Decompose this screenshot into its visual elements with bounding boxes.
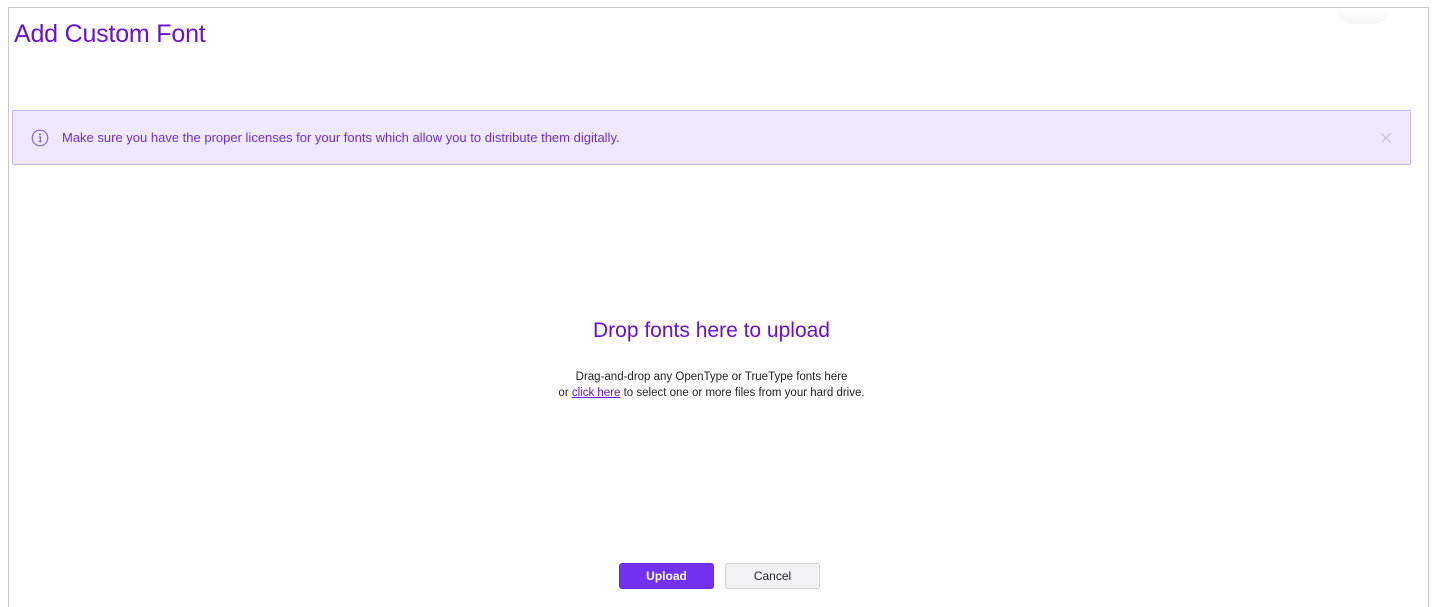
close-icon[interactable] xyxy=(1380,132,1392,144)
info-circle-icon xyxy=(31,129,49,147)
drop-zone-select-line: or click here to select one or more file… xyxy=(12,386,1411,400)
click-here-link[interactable]: click here xyxy=(572,387,621,399)
alert-message: Make sure you have the proper licenses f… xyxy=(62,130,620,145)
license-alert: Make sure you have the proper licenses f… xyxy=(12,110,1411,165)
select-line-suffix: to select one or more files from your ha… xyxy=(620,387,865,399)
dialog-footer: Upload Cancel xyxy=(0,563,1438,591)
font-drop-zone[interactable]: Drop fonts here to upload Drag-and-drop … xyxy=(12,190,1411,520)
select-line-prefix: or xyxy=(558,387,572,399)
dialog-shadow-decoration xyxy=(1336,8,1390,24)
drop-zone-instructions: Drag-and-drop any OpenType or TrueType f… xyxy=(575,371,848,383)
upload-button[interactable]: Upload xyxy=(619,563,714,589)
dialog-title: Add Custom Font xyxy=(14,20,206,48)
cancel-button[interactable]: Cancel xyxy=(725,563,820,589)
drop-zone-title: Drop fonts here to upload xyxy=(593,319,830,342)
